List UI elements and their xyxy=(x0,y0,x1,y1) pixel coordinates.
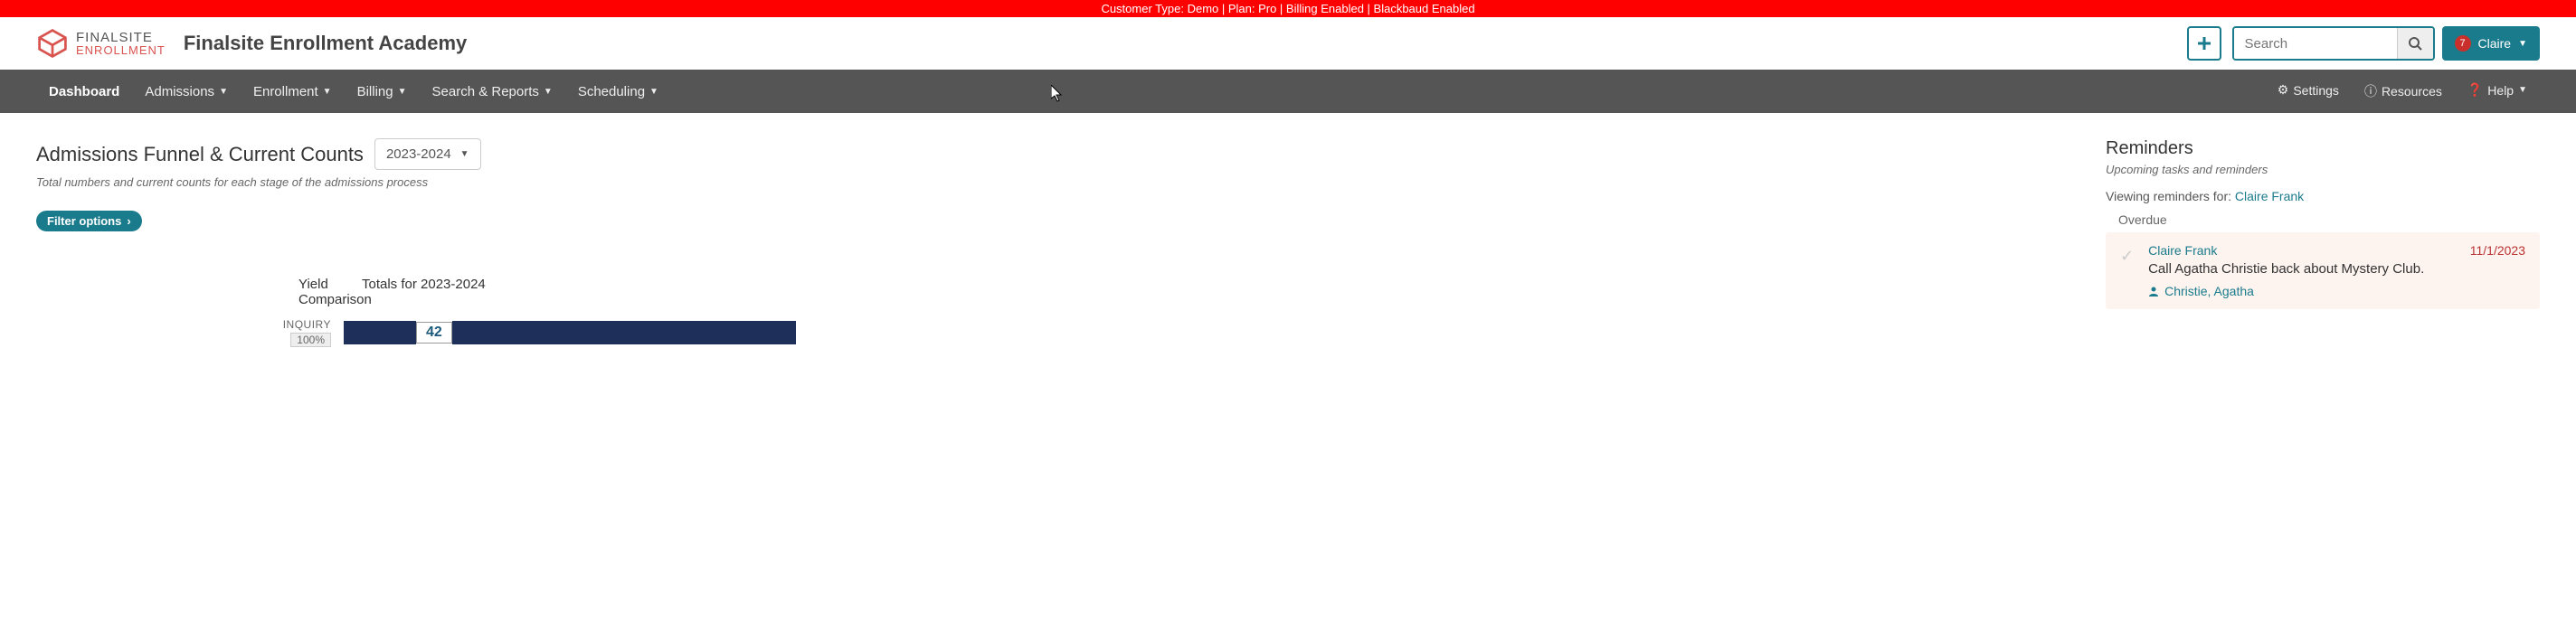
nav-scheduling[interactable]: Scheduling ▼ xyxy=(565,70,671,113)
nav-admissions[interactable]: Admissions ▼ xyxy=(132,70,241,113)
yield-comparison-label: Yield Comparison xyxy=(36,277,362,307)
chevron-down-icon: ▼ xyxy=(544,87,553,97)
nav-settings[interactable]: ⚙ Settings xyxy=(2265,82,2352,98)
logo[interactable]: FINALSITE ENROLLMENT xyxy=(36,27,166,60)
nav-help[interactable]: ❓ Help ▼ xyxy=(2455,82,2540,98)
funnel-title: Admissions Funnel & Current Counts xyxy=(36,143,364,166)
yield-bar xyxy=(344,321,416,344)
year-select-value: 2023-2024 xyxy=(386,146,451,162)
nav-dashboard[interactable]: Dashboard xyxy=(36,70,132,113)
overdue-label: Overdue xyxy=(2106,212,2540,227)
nav-scheduling-label: Scheduling xyxy=(578,84,645,99)
funnel-stage-label: INQUIRY xyxy=(36,318,331,331)
reminder-date: 11/1/2023 xyxy=(2470,243,2525,258)
reminder-owner-link[interactable]: Claire Frank xyxy=(2148,243,2217,258)
user-name: Claire xyxy=(2478,36,2512,51)
nav-admissions-label: Admissions xyxy=(145,84,214,99)
chevron-down-icon: ▼ xyxy=(2518,85,2527,95)
gear-icon: ⚙ xyxy=(2278,82,2289,98)
header: FINALSITE ENROLLMENT Finalsite Enrollmen… xyxy=(0,17,2576,70)
search-input[interactable] xyxy=(2234,28,2397,59)
logo-icon xyxy=(36,27,69,60)
nav-settings-label: Settings xyxy=(2293,83,2339,98)
logo-line1: FINALSITE xyxy=(76,31,166,44)
reminders-viewing-for: Viewing reminders for: Claire Frank xyxy=(2106,189,2540,203)
main-nav: Dashboard Admissions ▼ Enrollment ▼ Billin… xyxy=(0,70,2576,113)
search-button[interactable] xyxy=(2397,28,2433,59)
total-bar xyxy=(452,321,796,344)
chevron-down-icon: ▼ xyxy=(2518,39,2527,49)
reminder-text: Call Agatha Christie back about Mystery … xyxy=(2148,261,2525,277)
info-icon: ⓘ xyxy=(2364,82,2377,100)
person-icon xyxy=(2148,286,2159,296)
main-content: Admissions Funnel & Current Counts 2023-… xyxy=(0,113,2576,372)
nav-search-reports[interactable]: Search & Reports ▼ xyxy=(420,70,565,113)
totals-label: Totals for 2023-2024 xyxy=(362,277,486,307)
funnel-subtitle: Total numbers and current counts for eac… xyxy=(36,175,2069,189)
funnel-stage-pct: 100% xyxy=(290,333,331,347)
funnel-chart: Yield Comparison Totals for 2023-2024 IN… xyxy=(36,277,2069,347)
nav-search-reports-label: Search & Reports xyxy=(432,84,539,99)
year-select[interactable]: 2023-2024 ▼ xyxy=(374,138,481,170)
site-title: Finalsite Enrollment Academy xyxy=(184,32,467,55)
add-button[interactable] xyxy=(2187,26,2221,61)
nav-billing[interactable]: Billing ▼ xyxy=(345,70,420,113)
nav-enrollment-label: Enrollment xyxy=(253,84,318,99)
funnel-count[interactable]: 42 xyxy=(416,322,452,344)
reminders-subtitle: Upcoming tasks and reminders xyxy=(2106,163,2540,176)
reminder-contact-name: Christie, Agatha xyxy=(2164,284,2254,298)
viewing-user-link[interactable]: Claire Frank xyxy=(2235,189,2304,203)
search-icon xyxy=(2408,36,2422,51)
filter-options-label: Filter options xyxy=(47,214,121,228)
reminders-title: Reminders xyxy=(2106,138,2540,159)
top-banner: Customer Type: Demo | Plan: Pro | Billin… xyxy=(0,0,2576,17)
chevron-down-icon: ▼ xyxy=(649,87,658,97)
logo-text: FINALSITE ENROLLMENT xyxy=(76,31,166,56)
check-icon[interactable]: ✓ xyxy=(2120,247,2134,266)
help-icon: ❓ xyxy=(2467,82,2483,98)
funnel-row-inquiry: INQUIRY 100% 42 xyxy=(36,318,2069,347)
filter-options-button[interactable]: Filter options › xyxy=(36,211,142,231)
nav-billing-label: Billing xyxy=(357,84,393,99)
nav-enrollment[interactable]: Enrollment ▼ xyxy=(241,70,345,113)
search-bar xyxy=(2232,26,2435,61)
funnel-panel: Admissions Funnel & Current Counts 2023-… xyxy=(36,138,2069,347)
user-menu-button[interactable]: 7 Claire ▼ xyxy=(2442,26,2540,61)
chevron-down-icon: ▼ xyxy=(323,87,332,97)
notification-badge: 7 xyxy=(2455,35,2471,52)
logo-line2: ENROLLMENT xyxy=(76,44,166,56)
reminders-panel: Reminders Upcoming tasks and reminders V… xyxy=(2106,138,2540,309)
chevron-down-icon: ▼ xyxy=(460,149,469,159)
plus-icon xyxy=(2197,36,2211,51)
chevron-down-icon: ▼ xyxy=(219,87,228,97)
chevron-down-icon: ▼ xyxy=(398,87,407,97)
nav-help-label: Help xyxy=(2487,83,2514,98)
nav-resources[interactable]: ⓘ Resources xyxy=(2352,82,2455,100)
chevron-right-icon: › xyxy=(127,214,130,228)
reminder-contact-link[interactable]: Christie, Agatha xyxy=(2148,284,2525,298)
reminder-item[interactable]: ✓ Claire Frank 11/1/2023 Call Agatha Chr… xyxy=(2106,232,2540,309)
viewing-prefix: Viewing reminders for: xyxy=(2106,189,2235,203)
nav-resources-label: Resources xyxy=(2382,84,2442,99)
